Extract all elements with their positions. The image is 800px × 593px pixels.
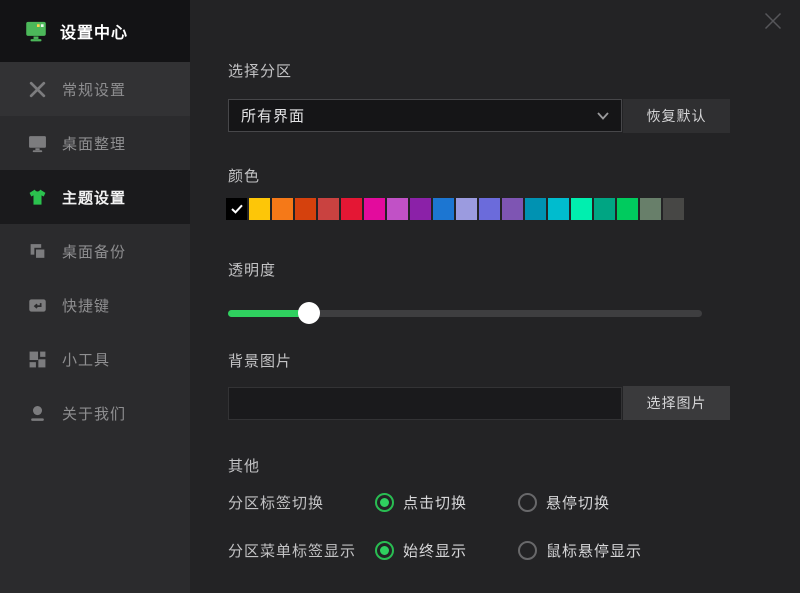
background-image-label: 背景图片	[228, 350, 292, 371]
sidebar-item-desktop-backup[interactable]: 桌面备份	[0, 224, 190, 278]
color-label: 颜色	[228, 165, 260, 186]
sidebar-item-hotkeys[interactable]: 快捷键	[0, 278, 190, 332]
tshirt-icon	[28, 188, 48, 207]
close-icon	[763, 11, 783, 31]
close-button[interactable]	[762, 10, 784, 32]
row-label: 分区标签切换	[228, 492, 375, 513]
sidebar-item-label: 小工具	[62, 349, 110, 370]
chevron-down-icon	[597, 112, 609, 120]
partition-tab-switch-row: 分区标签切换 点击切换 悬停切换	[228, 492, 610, 512]
sidebar-item-label: 主题设置	[62, 187, 126, 208]
color-swatch[interactable]	[502, 198, 523, 220]
color-swatch[interactable]	[295, 198, 316, 220]
radio-option-always-show[interactable]: 始终显示	[375, 540, 518, 561]
radio-option-label: 始终显示	[403, 540, 467, 561]
about-person-icon	[28, 404, 48, 423]
color-swatch[interactable]	[410, 198, 431, 220]
radio-option-label: 点击切换	[403, 492, 467, 513]
sidebar-item-label: 关于我们	[62, 403, 126, 424]
other-label: 其他	[228, 455, 260, 476]
color-swatch[interactable]	[525, 198, 546, 220]
sidebar-item-label: 桌面备份	[62, 241, 126, 262]
backup-icon	[28, 242, 48, 261]
partition-select[interactable]: 所有界面	[228, 99, 622, 132]
background-image-input[interactable]	[228, 387, 622, 420]
color-swatch[interactable]	[387, 198, 408, 220]
settings-window: 设置中心 常规设置 桌面整理	[0, 0, 800, 593]
color-swatch[interactable]	[479, 198, 500, 220]
hotkey-icon	[28, 296, 48, 315]
color-swatch[interactable]	[318, 198, 339, 220]
check-icon	[231, 204, 243, 214]
opacity-label: 透明度	[228, 259, 276, 280]
color-swatch[interactable]	[456, 198, 477, 220]
radio-option-hover-switch[interactable]: 悬停切换	[518, 492, 610, 513]
color-swatch[interactable]	[640, 198, 661, 220]
radio-option-hover-show[interactable]: 鼠标悬停显示	[518, 540, 642, 561]
color-swatch[interactable]	[617, 198, 638, 220]
partition-label: 选择分区	[228, 60, 292, 81]
radio-option-label: 鼠标悬停显示	[546, 540, 642, 561]
opacity-slider[interactable]	[228, 302, 702, 324]
choose-image-button[interactable]: 选择图片	[623, 386, 730, 420]
color-swatch[interactable]	[433, 198, 454, 220]
restore-default-button[interactable]: 恢复默认	[623, 99, 730, 133]
sidebar-item-widgets[interactable]: 小工具	[0, 332, 190, 386]
color-swatches	[226, 198, 684, 220]
color-swatch[interactable]	[249, 198, 270, 220]
widgets-icon	[28, 350, 48, 369]
color-swatch[interactable]	[663, 198, 684, 220]
sidebar-item-general[interactable]: 常规设置	[0, 62, 190, 116]
color-swatch[interactable]	[548, 198, 569, 220]
radio-icon[interactable]	[518, 493, 537, 512]
row-label: 分区菜单标签显示	[228, 540, 375, 561]
app-title: 设置中心	[60, 19, 128, 43]
tools-icon	[28, 80, 48, 99]
radio-option-click-switch[interactable]: 点击切换	[375, 492, 518, 513]
color-swatch[interactable]	[226, 198, 247, 220]
sidebar: 设置中心 常规设置 桌面整理	[0, 0, 190, 593]
green-monitor-icon	[25, 20, 47, 42]
desktop-icon	[28, 134, 48, 153]
sidebar-item-desktop-organize[interactable]: 桌面整理	[0, 116, 190, 170]
sidebar-header: 设置中心	[0, 0, 190, 62]
radio-icon[interactable]	[375, 541, 394, 560]
sidebar-item-label: 快捷键	[62, 295, 110, 316]
color-swatch[interactable]	[272, 198, 293, 220]
color-swatch[interactable]	[341, 198, 362, 220]
slider-fill	[228, 310, 309, 317]
color-swatch[interactable]	[364, 198, 385, 220]
sidebar-item-theme[interactable]: 主题设置	[0, 170, 190, 224]
radio-icon[interactable]	[375, 493, 394, 512]
sidebar-item-label: 桌面整理	[62, 133, 126, 154]
partition-select-value: 所有界面	[241, 105, 597, 126]
content-panel: 选择分区 所有界面 恢复默认 颜色 透明度 背景图片 选择图片 其他 分区标签切	[190, 0, 800, 593]
partition-menu-label-row: 分区菜单标签显示 始终显示 鼠标悬停显示	[228, 540, 642, 560]
sidebar-item-about[interactable]: 关于我们	[0, 386, 190, 440]
color-swatch[interactable]	[571, 198, 592, 220]
color-swatch[interactable]	[594, 198, 615, 220]
radio-option-label: 悬停切换	[546, 492, 610, 513]
sidebar-item-label: 常规设置	[62, 79, 126, 100]
radio-icon[interactable]	[518, 541, 537, 560]
slider-thumb[interactable]	[298, 302, 320, 324]
